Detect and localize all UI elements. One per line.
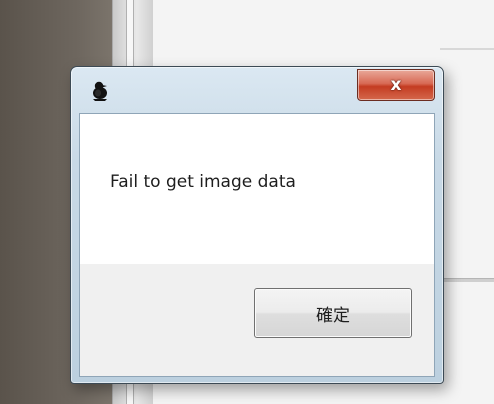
dialog-titlebar[interactable]: x bbox=[71, 67, 443, 113]
message-area: Fail to get image data bbox=[80, 114, 434, 264]
error-message: Fail to get image data bbox=[110, 172, 296, 192]
close-button[interactable]: x bbox=[357, 69, 435, 101]
penguin-app-icon bbox=[89, 80, 111, 102]
dialog-content: Fail to get image data 確定 bbox=[79, 113, 435, 377]
background-divider-top bbox=[440, 48, 494, 50]
button-area: 確定 bbox=[80, 264, 434, 376]
error-dialog: x Fail to get image data 確定 bbox=[70, 66, 444, 384]
close-icon: x bbox=[390, 74, 402, 95]
ok-button[interactable]: 確定 bbox=[254, 288, 412, 338]
background-divider-bottom bbox=[440, 278, 494, 282]
